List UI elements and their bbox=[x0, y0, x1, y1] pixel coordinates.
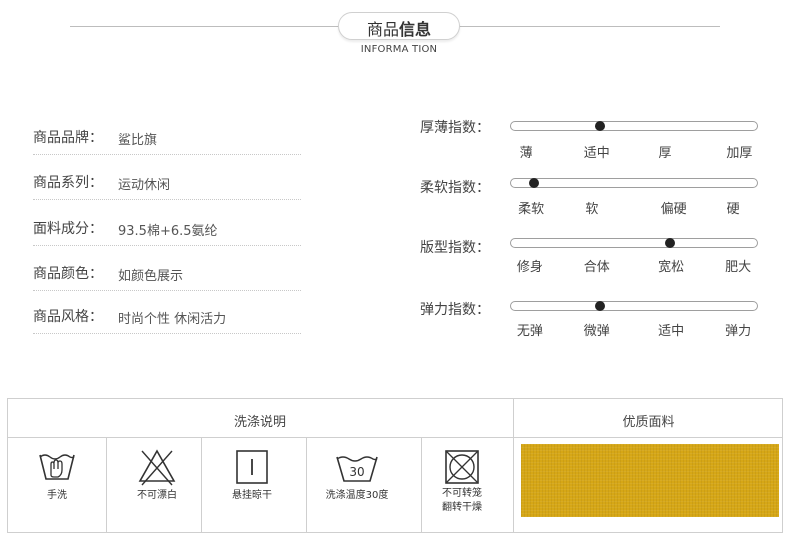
fit-index-label: 版型指数： bbox=[420, 240, 490, 256]
fabric-heading: 优质面料 bbox=[622, 415, 675, 430]
care-item-no-bleach: 不可漂白 bbox=[107, 437, 207, 533]
care-caption: 不可转笼 翻转干燥 bbox=[442, 488, 482, 513]
wash-30-icon: 30 bbox=[336, 456, 378, 482]
softness-index-label: 柔软指数： bbox=[420, 180, 490, 196]
index-option: 厚 bbox=[658, 146, 672, 161]
section-subtitle: INFORMA TION bbox=[360, 44, 438, 55]
info-key: 商品颜色： bbox=[33, 266, 103, 282]
softness-index-track bbox=[510, 178, 758, 188]
index-option: 微弹 bbox=[583, 324, 610, 339]
fit-index-track bbox=[510, 238, 758, 248]
info-value: 93.5棉+6.5氨纶 bbox=[118, 224, 218, 239]
care-item-wash-30: 30 洗涤温度30度 bbox=[307, 437, 407, 533]
softness-index-options: 柔软 软 偏硬 硬 bbox=[510, 198, 758, 217]
care-item-line-dry: 悬挂晾干 bbox=[202, 437, 302, 533]
header-divider-right bbox=[450, 26, 720, 27]
fit-index-marker bbox=[664, 238, 675, 248]
elasticity-index-track bbox=[510, 301, 758, 311]
line-dry-icon bbox=[236, 450, 268, 484]
hand-wash-icon bbox=[39, 454, 75, 480]
thickness-index-label: 厚薄指数： bbox=[420, 120, 490, 136]
info-value: 如颜色展示 bbox=[118, 269, 184, 284]
thickness-index-track bbox=[510, 121, 758, 131]
header-divider-left bbox=[70, 26, 340, 27]
info-row-brand: 商品品牌： 鲨比旗 bbox=[33, 127, 301, 155]
care-caption: 不可漂白 bbox=[137, 490, 177, 501]
index-option: 修身 bbox=[516, 260, 543, 275]
care-item-hand-wash: 手洗 bbox=[7, 437, 107, 533]
index-option: 软 bbox=[585, 202, 599, 217]
thickness-index-options: 薄 适中 厚 加厚 bbox=[510, 142, 758, 161]
index-option: 薄 bbox=[519, 146, 533, 161]
index-option: 适中 bbox=[658, 324, 685, 339]
no-tumble-dry-icon bbox=[445, 450, 479, 484]
index-option: 偏硬 bbox=[660, 202, 687, 217]
care-heading: 洗涤说明 bbox=[233, 415, 286, 430]
index-option: 弹力 bbox=[725, 324, 752, 339]
fit-index-options: 修身 合体 宽松 肥大 bbox=[510, 256, 758, 275]
info-key: 面料成分： bbox=[33, 221, 103, 237]
index-option: 加厚 bbox=[726, 146, 753, 161]
section-title: 商品信息 bbox=[338, 16, 460, 40]
index-option: 合体 bbox=[583, 260, 610, 275]
info-value: 鲨比旗 bbox=[118, 133, 158, 148]
care-caption: 洗涤温度30度 bbox=[325, 490, 389, 501]
section-title-bold: 信息 bbox=[399, 20, 432, 39]
index-option: 无弹 bbox=[516, 324, 543, 339]
index-option: 肥大 bbox=[725, 260, 752, 275]
index-option: 硬 bbox=[726, 202, 740, 217]
elasticity-index-label: 弹力指数： bbox=[420, 302, 490, 318]
no-bleach-icon bbox=[138, 449, 176, 486]
info-row-style: 商品风格： 时尚个性 休闲活力 bbox=[33, 306, 301, 334]
care-caption: 悬挂晾干 bbox=[232, 490, 272, 501]
info-row-series: 商品系列： 运动休闲 bbox=[33, 172, 301, 200]
fabric-swatch bbox=[521, 444, 779, 517]
index-option: 适中 bbox=[583, 146, 610, 161]
wash-temperature: 30 bbox=[349, 465, 364, 479]
index-option: 宽松 bbox=[658, 260, 685, 275]
info-row-material: 面料成分： 93.5棉+6.5氨纶 bbox=[33, 218, 301, 246]
section-title-normal: 商品 bbox=[366, 20, 399, 39]
info-key: 商品风格： bbox=[33, 309, 103, 325]
info-value: 运动休闲 bbox=[118, 178, 171, 193]
info-key: 商品系列： bbox=[33, 175, 103, 191]
care-item-no-tumble-dry: 不可转笼 翻转干燥 bbox=[412, 437, 512, 533]
elasticity-index-marker bbox=[594, 301, 605, 311]
thickness-index-marker bbox=[594, 121, 605, 131]
care-caption: 手洗 bbox=[47, 490, 67, 501]
info-row-color: 商品颜色： 如颜色展示 bbox=[33, 263, 301, 291]
info-value: 时尚个性 休闲活力 bbox=[118, 312, 227, 327]
softness-index-marker bbox=[529, 178, 540, 188]
info-key: 商品品牌： bbox=[33, 130, 103, 146]
elasticity-index-options: 无弹 微弹 适中 弹力 bbox=[510, 320, 758, 339]
index-option: 柔软 bbox=[518, 202, 545, 217]
